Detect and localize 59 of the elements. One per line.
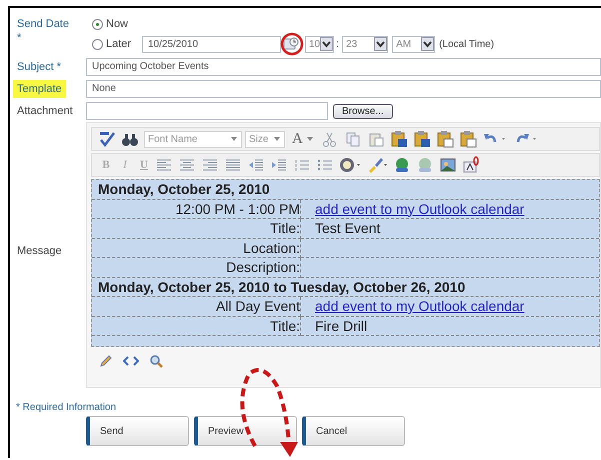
event-label: Title: xyxy=(92,218,300,238)
dropdown[interactable]: 10 xyxy=(305,36,334,52)
action-button[interactable]: Preview xyxy=(194,416,297,446)
special-character-icon[interactable] xyxy=(462,156,480,174)
radio-label[interactable]: Later xyxy=(106,38,138,50)
required-mark: * xyxy=(17,31,22,45)
event-label: All Day Event xyxy=(92,296,300,316)
event-heading: Monday, October 25, 2010 xyxy=(92,180,599,199)
copy-icon[interactable] xyxy=(344,130,362,148)
paste-html-icon[interactable] xyxy=(459,130,477,148)
code-icon[interactable] xyxy=(123,354,139,368)
date-field[interactable]: 10/25/2010 xyxy=(142,36,281,52)
dropdown[interactable]: AM xyxy=(392,36,436,52)
font-color-button[interactable]: A xyxy=(288,130,318,148)
paste-word-icon[interactable] xyxy=(413,130,431,148)
action-button[interactable]: Send xyxy=(86,416,189,446)
highlight-circle xyxy=(280,32,304,56)
radio-button[interactable] xyxy=(92,18,103,30)
calendar-link[interactable]: add event to my Outlook calendar xyxy=(315,298,524,314)
caret-icon xyxy=(421,37,434,51)
event-label: Description: xyxy=(92,258,300,277)
time-separator: : xyxy=(336,38,340,50)
circle-icon[interactable] xyxy=(339,156,361,174)
field-label: Subject * xyxy=(17,60,62,75)
subject-field[interactable]: Upcoming October Events xyxy=(86,58,601,76)
search-icon[interactable] xyxy=(149,354,163,368)
calendar-link[interactable]: add event to my Outlook calendar xyxy=(315,200,524,216)
event-value: Test Event xyxy=(315,220,380,236)
caret-icon xyxy=(320,37,333,51)
timezone-note: (Local Time) xyxy=(439,38,494,50)
dropdown[interactable]: 23 xyxy=(342,36,388,52)
field-label: Message xyxy=(17,244,62,259)
event-heading: Monday, October 25, 2010 to Tuesday, October 26, 2010 xyxy=(92,277,599,296)
template-field[interactable]: None xyxy=(86,80,601,98)
browse-button[interactable]: Browse... xyxy=(333,104,393,118)
caret-icon xyxy=(273,136,281,142)
pencil-icon[interactable] xyxy=(99,354,113,368)
link-icon[interactable] xyxy=(393,156,411,174)
radio-button[interactable] xyxy=(92,38,103,50)
caret-icon xyxy=(230,136,238,142)
field-label: Template xyxy=(13,80,66,98)
event-value: Fire Drill xyxy=(315,318,368,334)
event-label: 12:00 PM - 1:00 PM xyxy=(92,199,300,218)
calendar-icon[interactable] xyxy=(283,36,299,52)
event-label: Title: xyxy=(92,316,300,336)
file-field[interactable] xyxy=(86,102,328,120)
radio-label[interactable]: Now xyxy=(106,18,138,30)
spellcheck-icon[interactable] xyxy=(98,130,116,148)
paste-word-icon[interactable] xyxy=(390,130,408,148)
caret-icon xyxy=(374,37,388,51)
field-label: Send Date xyxy=(17,17,69,31)
caret-icon xyxy=(306,136,314,142)
scissors-icon[interactable] xyxy=(321,130,339,148)
image-icon[interactable] xyxy=(439,156,457,174)
field-label: Attachment xyxy=(17,104,73,119)
paste-text-icon[interactable] xyxy=(436,130,454,148)
action-button[interactable]: Cancel xyxy=(302,416,405,446)
event-label: Location: xyxy=(92,238,300,258)
required-note: * Required Information xyxy=(16,402,118,413)
